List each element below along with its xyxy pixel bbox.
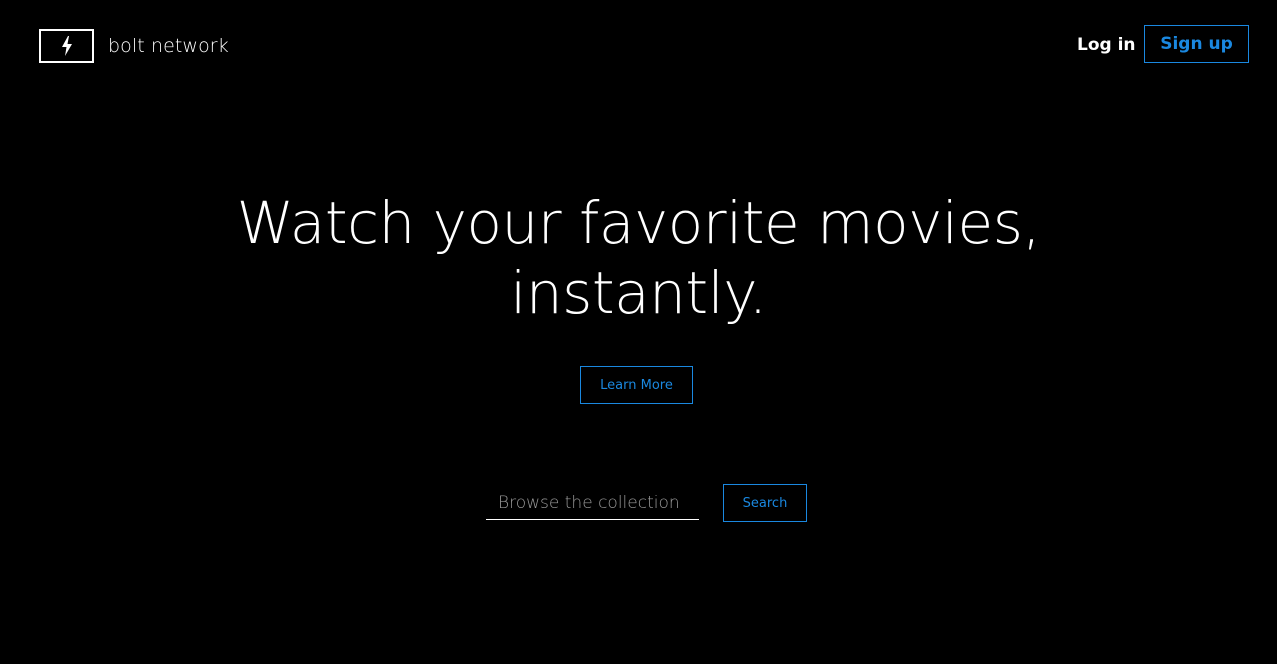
brand-name: bolt network (108, 35, 229, 57)
login-link[interactable]: Log in (1077, 33, 1136, 57)
hero-title: Watch your favorite movies, instantly. (0, 188, 1277, 328)
search-button[interactable]: Search (723, 484, 807, 522)
lightning-bolt-icon (61, 36, 72, 56)
hero-title-line-2: instantly. (510, 259, 767, 327)
hero-title-line-1: Watch your favorite movies, (236, 189, 1041, 257)
signup-button[interactable]: Sign up (1144, 25, 1249, 63)
logo-box (39, 29, 94, 63)
learn-more-button[interactable]: Learn More (580, 366, 693, 404)
landing-page: bolt network Log in Sign up Watch your f… (0, 0, 1277, 664)
brand-logo-link[interactable]: bolt network (39, 29, 229, 63)
search-input[interactable] (486, 486, 699, 520)
